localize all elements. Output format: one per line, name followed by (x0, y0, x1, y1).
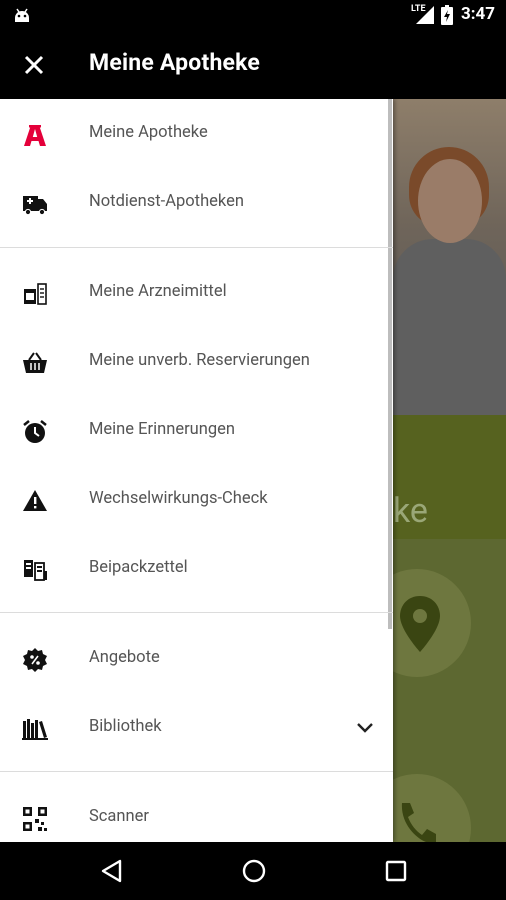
app-bar: Meine Apotheke (0, 31, 506, 99)
qr-code-icon (23, 807, 47, 831)
drawer-item-label: Meine Apotheke (89, 123, 208, 142)
chevron-down-icon[interactable] (354, 716, 376, 738)
phone-icon (401, 803, 436, 842)
drawer-item-erinnerungen[interactable]: Meine Erinnerungen (0, 403, 393, 459)
drawer-item-label: Meine Erinnerungen (89, 420, 236, 439)
drawer-item-bibliothek[interactable]: Bibliothek (0, 700, 393, 756)
drawer-item-label: Scanner (89, 807, 149, 826)
drawer-item-label: Meine Arzneimittel (89, 282, 227, 301)
drawer-item-notdienst[interactable]: Notdienst-Apotheken (0, 175, 393, 231)
page-title: Meine Apotheke (89, 49, 261, 76)
android-debug-icon (15, 8, 29, 22)
drawer-item-label: Bibliothek (89, 717, 162, 736)
banner-text: ke (393, 491, 428, 531)
background-content: ke (393, 99, 506, 842)
drawer-item-beipackzettel[interactable]: Beipackzettel (0, 541, 393, 597)
back-icon[interactable] (97, 856, 127, 886)
divider (0, 247, 393, 248)
drawer-item-arzneimittel[interactable]: Meine Arzneimittel (0, 265, 393, 321)
alarm-clock-icon (23, 420, 47, 443)
drawer-item-meine-apotheke[interactable]: Meine Apotheke (0, 106, 393, 162)
signal-icon (416, 6, 434, 24)
drawer-item-label: Angebote (89, 648, 160, 667)
status-bar: LTE 3:47 (0, 0, 506, 31)
basket-icon (23, 352, 47, 373)
drawer-item-scanner[interactable]: Scanner (0, 790, 393, 842)
divider (0, 612, 393, 613)
home-icon[interactable] (239, 856, 269, 886)
warning-icon (23, 490, 47, 511)
library-icon (22, 719, 48, 740)
recents-icon[interactable] (381, 856, 411, 886)
location-pin-icon (400, 596, 440, 652)
discount-badge-icon (23, 648, 47, 672)
medicine-box-icon (24, 283, 47, 305)
pharmacy-a-icon (24, 125, 46, 146)
clock: 3:47 (461, 4, 496, 24)
drawer-item-angebote[interactable]: Angebote (0, 631, 393, 687)
drawer-item-label: Beipackzettel (89, 558, 188, 577)
battery-charging-icon (441, 5, 453, 25)
drawer-item-reservierungen[interactable]: Meine unverb. Reservierungen (0, 334, 393, 390)
pharmacist-photo (393, 99, 506, 415)
drawer-item-wechselwirkung[interactable]: Wechselwirkungs-Check (0, 472, 393, 528)
system-nav-bar (0, 842, 506, 900)
divider (0, 771, 393, 772)
close-icon[interactable] (20, 51, 48, 79)
drawer-item-label: Notdienst-Apotheken (89, 192, 244, 211)
ambulance-icon (23, 196, 47, 216)
navigation-drawer: Meine Apotheke Notdienst-Apotheken Meine… (0, 99, 393, 842)
drawer-item-label: Meine unverb. Reservierungen (89, 351, 310, 370)
leaflet-icon (24, 560, 47, 581)
drawer-item-label: Wechselwirkungs-Check (89, 489, 268, 508)
